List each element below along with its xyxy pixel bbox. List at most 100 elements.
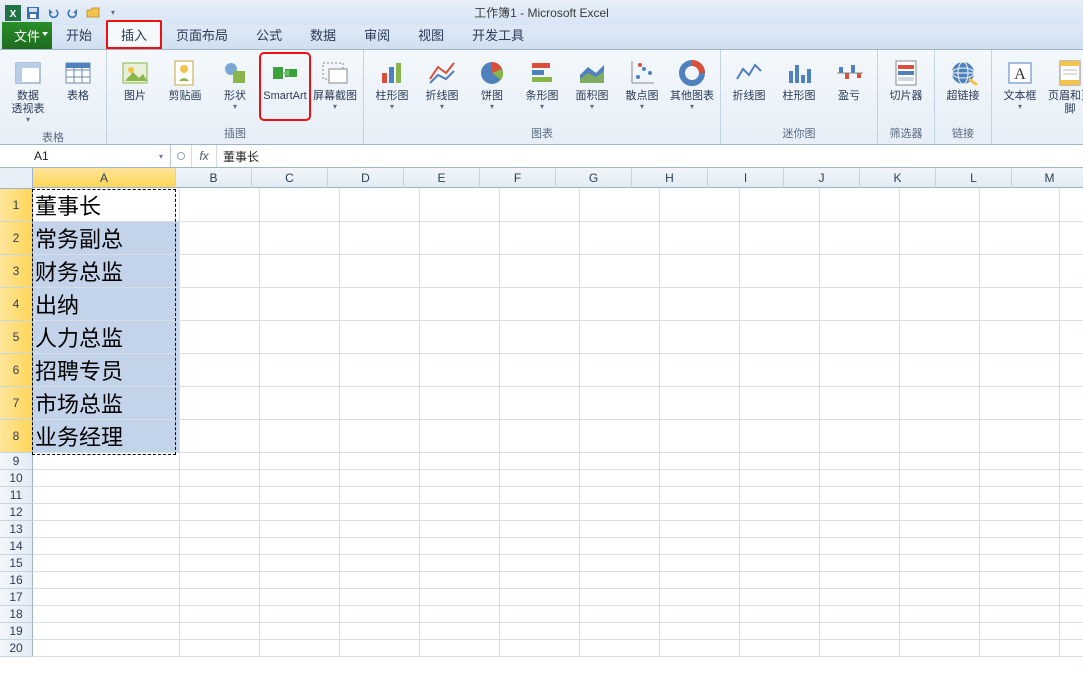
cell[interactable] bbox=[180, 354, 260, 387]
cell[interactable] bbox=[980, 288, 1060, 321]
cell[interactable] bbox=[500, 487, 580, 504]
cell[interactable] bbox=[1060, 189, 1083, 222]
cell[interactable] bbox=[820, 354, 900, 387]
cell[interactable] bbox=[1060, 387, 1083, 420]
cell[interactable] bbox=[980, 387, 1060, 420]
cell[interactable] bbox=[340, 470, 420, 487]
folder-open-icon[interactable] bbox=[84, 4, 102, 22]
cell[interactable]: 出纳 bbox=[33, 288, 180, 321]
cell[interactable] bbox=[260, 387, 340, 420]
cell[interactable] bbox=[900, 538, 980, 555]
cell[interactable] bbox=[660, 387, 740, 420]
cell[interactable] bbox=[740, 453, 820, 470]
cell[interactable] bbox=[1060, 288, 1083, 321]
cell[interactable] bbox=[740, 354, 820, 387]
cell[interactable] bbox=[1060, 589, 1083, 606]
cell[interactable] bbox=[500, 354, 580, 387]
cell[interactable] bbox=[580, 255, 660, 288]
picture-button[interactable]: 图片 bbox=[111, 54, 159, 119]
cell[interactable] bbox=[900, 572, 980, 589]
cell[interactable] bbox=[660, 640, 740, 657]
cell[interactable] bbox=[260, 487, 340, 504]
cell[interactable] bbox=[980, 487, 1060, 504]
cell[interactable] bbox=[740, 538, 820, 555]
column-header[interactable]: H bbox=[632, 168, 708, 188]
cell[interactable] bbox=[740, 589, 820, 606]
cell[interactable] bbox=[580, 623, 660, 640]
cell[interactable] bbox=[180, 572, 260, 589]
cell[interactable] bbox=[1060, 470, 1083, 487]
cell[interactable] bbox=[660, 354, 740, 387]
cell[interactable] bbox=[660, 288, 740, 321]
cell[interactable] bbox=[1060, 487, 1083, 504]
cell[interactable] bbox=[420, 321, 500, 354]
cell[interactable] bbox=[820, 387, 900, 420]
cell[interactable] bbox=[340, 589, 420, 606]
cell[interactable] bbox=[980, 222, 1060, 255]
cell[interactable] bbox=[980, 354, 1060, 387]
cell[interactable] bbox=[900, 555, 980, 572]
cell[interactable] bbox=[1060, 222, 1083, 255]
cell[interactable] bbox=[580, 189, 660, 222]
cell[interactable]: 招聘专员 bbox=[33, 354, 180, 387]
cell[interactable] bbox=[340, 487, 420, 504]
cell[interactable] bbox=[180, 453, 260, 470]
row-header[interactable]: 8 bbox=[0, 420, 33, 453]
cell[interactable] bbox=[180, 640, 260, 657]
column-header[interactable]: L bbox=[936, 168, 1012, 188]
cell[interactable] bbox=[900, 453, 980, 470]
hyperlink-button[interactable]: 超链接 bbox=[939, 54, 987, 119]
clipart-button[interactable]: 剪贴画 bbox=[161, 54, 209, 119]
cell[interactable] bbox=[820, 589, 900, 606]
cell[interactable] bbox=[500, 504, 580, 521]
cell[interactable] bbox=[260, 521, 340, 538]
cell[interactable] bbox=[33, 572, 180, 589]
cell[interactable] bbox=[180, 521, 260, 538]
cell[interactable] bbox=[180, 288, 260, 321]
cell[interactable] bbox=[260, 420, 340, 453]
cell[interactable] bbox=[820, 572, 900, 589]
cell[interactable] bbox=[260, 555, 340, 572]
cell[interactable] bbox=[1060, 538, 1083, 555]
cell[interactable] bbox=[260, 354, 340, 387]
cell[interactable] bbox=[500, 589, 580, 606]
area-button[interactable]: 面积图▾ bbox=[568, 54, 616, 119]
cell[interactable] bbox=[500, 538, 580, 555]
cell[interactable] bbox=[420, 521, 500, 538]
cell[interactable] bbox=[260, 623, 340, 640]
cell[interactable] bbox=[980, 189, 1060, 222]
cell[interactable] bbox=[420, 572, 500, 589]
cell[interactable] bbox=[340, 189, 420, 222]
cell[interactable] bbox=[580, 606, 660, 623]
cell[interactable] bbox=[900, 470, 980, 487]
cell[interactable] bbox=[580, 387, 660, 420]
name-box[interactable]: A1 ▾ bbox=[0, 145, 171, 167]
tab-file[interactable]: 文件 bbox=[2, 22, 52, 49]
cell[interactable] bbox=[260, 189, 340, 222]
cell[interactable] bbox=[820, 555, 900, 572]
cell[interactable] bbox=[260, 288, 340, 321]
cell[interactable] bbox=[820, 453, 900, 470]
tab-review[interactable]: 审阅 bbox=[350, 21, 404, 49]
cell[interactable] bbox=[500, 255, 580, 288]
spreadsheet-grid[interactable]: ABCDEFGHIJKLMN 1董事长2常务副总3财务总监4出纳5人力总监6招聘… bbox=[0, 168, 1083, 679]
cell[interactable] bbox=[900, 321, 980, 354]
cell[interactable] bbox=[820, 487, 900, 504]
cell[interactable] bbox=[580, 487, 660, 504]
cell[interactable]: 人力总监 bbox=[33, 321, 180, 354]
cell[interactable] bbox=[33, 487, 180, 504]
cell[interactable] bbox=[260, 321, 340, 354]
cell[interactable] bbox=[500, 606, 580, 623]
cell[interactable] bbox=[740, 222, 820, 255]
row-header[interactable]: 13 bbox=[0, 521, 33, 538]
cell[interactable] bbox=[500, 288, 580, 321]
cell[interactable] bbox=[33, 504, 180, 521]
cell[interactable] bbox=[340, 288, 420, 321]
cell[interactable] bbox=[820, 288, 900, 321]
cell[interactable] bbox=[1060, 420, 1083, 453]
cell[interactable] bbox=[260, 222, 340, 255]
sparkline-button[interactable]: 折线图 bbox=[725, 54, 773, 119]
cell[interactable] bbox=[980, 470, 1060, 487]
cell[interactable] bbox=[180, 606, 260, 623]
cell[interactable] bbox=[1060, 606, 1083, 623]
